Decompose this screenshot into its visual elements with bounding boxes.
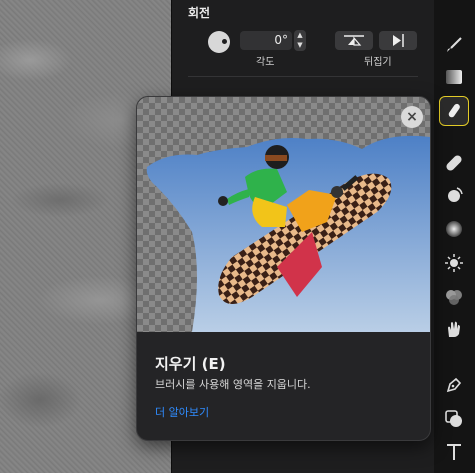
angle-input[interactable]: 0° (240, 31, 292, 50)
bandage-tool[interactable] (439, 148, 469, 178)
gradient-icon (446, 70, 462, 84)
eraser-tool[interactable] (439, 96, 469, 126)
rotation-dial[interactable] (208, 31, 230, 53)
blur-tool-icon (448, 187, 463, 202)
smudge-icon (448, 321, 460, 337)
eraser-preview-image (137, 97, 430, 332)
color-tool[interactable] (439, 282, 469, 312)
paintbrush-tool[interactable] (439, 30, 469, 60)
bandage-icon (446, 155, 462, 171)
snowboarder-illustration (146, 135, 430, 332)
eraser-icon (448, 103, 460, 118)
shape-tool[interactable] (439, 404, 469, 434)
paintbrush-icon (447, 37, 462, 52)
sponge-icon (446, 221, 462, 237)
light-tool[interactable] (439, 248, 469, 278)
divider (188, 76, 418, 77)
flip-horizontal-icon (393, 34, 404, 47)
light-icon (445, 254, 463, 272)
gradient-tool[interactable] (439, 62, 469, 92)
tool-tip-popover: × 지우기 (E) 브러시를 사용해 영역을 지웁니다. 더 알아보기 (136, 96, 431, 441)
tools-sidebar (434, 0, 475, 473)
popover-title: 지우기 (E) (155, 355, 226, 373)
smudge-tool[interactable] (439, 314, 469, 344)
section-title-rotate: 회전 (188, 6, 211, 20)
pen-tool[interactable] (439, 370, 469, 400)
text-icon (447, 444, 461, 460)
close-button[interactable]: × (401, 106, 423, 128)
text-tool[interactable] (439, 437, 469, 467)
popover-description: 브러시를 사용해 영역을 지웁니다. (155, 378, 311, 391)
sponge-tool[interactable] (439, 214, 469, 244)
flip-vertical-icon (344, 35, 364, 46)
shape-icon (445, 410, 462, 427)
flip-horizontal-button[interactable] (379, 31, 417, 50)
angle-label: 각도 (256, 57, 275, 68)
flip-label: 뒤집기 (364, 57, 392, 68)
learn-more-link[interactable]: 더 알아보기 (155, 404, 209, 420)
pen-icon (446, 377, 462, 393)
color-icon (446, 290, 462, 305)
angle-stepper[interactable]: ▲ ▼ (294, 30, 306, 51)
blur-tool[interactable] (439, 180, 469, 210)
flip-vertical-button[interactable] (335, 31, 373, 50)
